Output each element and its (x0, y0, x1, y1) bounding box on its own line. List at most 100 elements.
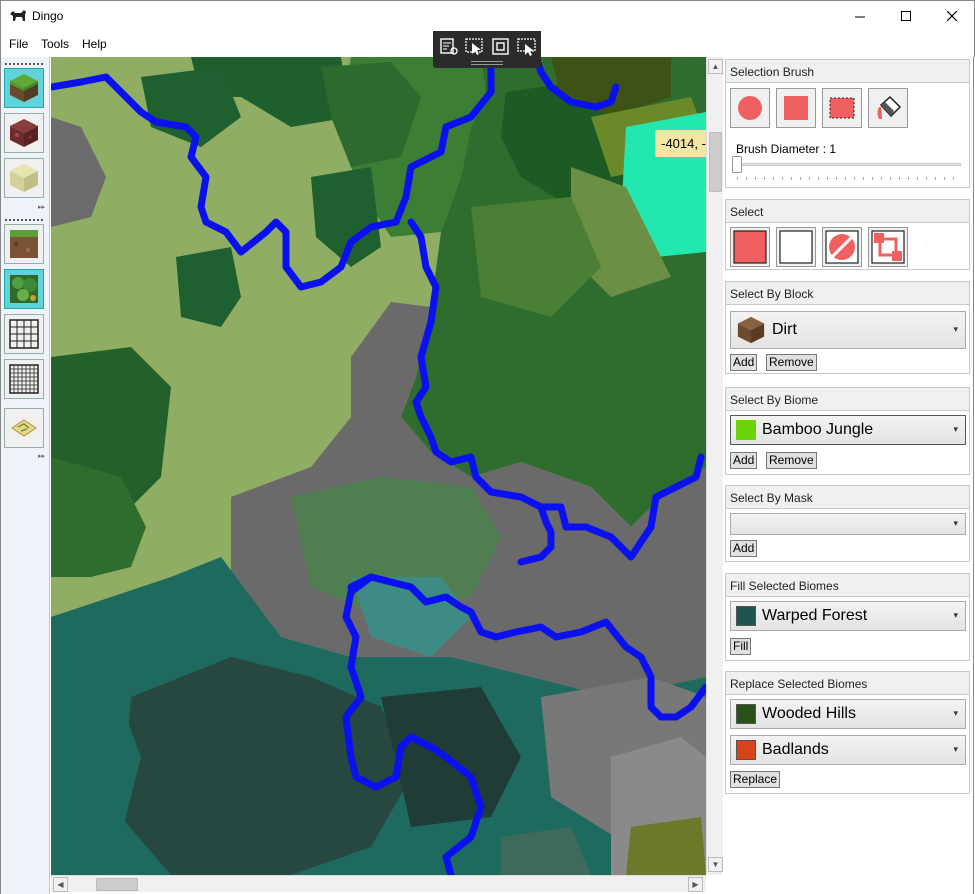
group-header: Select By Block (726, 282, 969, 305)
map-tool[interactable] (4, 408, 44, 448)
close-button[interactable] (929, 1, 975, 32)
grid-tool[interactable] (4, 314, 44, 354)
select-by-block-group: Select By Block Dirt ▾ Add Remove (725, 281, 970, 374)
right-tool-panel: Selection Brush Brush Diameter : 1 Selec… (723, 57, 974, 894)
vertical-scroll-thumb[interactable] (709, 132, 722, 192)
expand-arrow-icon[interactable]: ▸▸ (38, 203, 45, 211)
select-pointer-icon[interactable] (465, 38, 485, 56)
block-remove-button[interactable]: Remove (766, 354, 817, 371)
minimize-icon (854, 16, 865, 18)
netherrack-block-icon (10, 119, 38, 147)
dotted-square-brush-button[interactable] (822, 88, 862, 128)
select-group: Select (725, 199, 970, 270)
title-bar: Dingo (0, 0, 975, 31)
grid-icon (9, 319, 39, 349)
map-horizontal-scrollbar[interactable]: ◀ ▶ (51, 875, 706, 892)
select-by-biome-group: Select By Biome Bamboo Jungle ▾ Add Remo… (725, 387, 970, 475)
block-dropdown-value: Dirt (772, 321, 797, 338)
square-brush-button[interactable] (776, 88, 816, 128)
brush-diameter-track[interactable] (735, 163, 961, 166)
group-header: Select By Biome (726, 388, 969, 411)
end-stone-block-tool[interactable] (4, 158, 44, 198)
circle-brush-icon (738, 96, 762, 120)
block-dropdown[interactable]: Dirt ▾ (730, 311, 966, 349)
biome-color-swatch (736, 420, 756, 440)
biome-map-canvas[interactable]: -4014, -4255 (51, 57, 706, 875)
horizontal-scroll-thumb[interactable] (96, 878, 138, 891)
selection-brush-group: Selection Brush Brush Diameter : 1 (725, 59, 970, 188)
circle-brush-button[interactable] (730, 88, 770, 128)
invert-selection-button[interactable] (822, 227, 862, 267)
fill-selected-biomes-group: Fill Selected Biomes Warped Forest ▾ Fil… (725, 573, 970, 661)
select-none-icon (779, 230, 813, 264)
brush-diameter-slider[interactable] (732, 156, 742, 173)
biome-tool[interactable] (4, 269, 44, 309)
replace-to-dropdown[interactable]: Badlands ▾ (730, 735, 966, 765)
select-all-button[interactable] (730, 227, 770, 267)
select-region-icon[interactable] (491, 38, 511, 56)
selection-settings-icon[interactable] (439, 38, 459, 56)
fine-grid-tool[interactable] (4, 359, 44, 399)
select-screen-icon[interactable] (517, 38, 537, 56)
expand-arrow-icon[interactable]: ▸▸ (38, 452, 45, 460)
biome-map (51, 57, 706, 875)
toolbar-grip[interactable] (471, 61, 503, 65)
grass-block-tool[interactable] (4, 68, 44, 108)
fill-biome-dropdown[interactable]: Warped Forest ▾ (730, 601, 966, 631)
replace-from-value: Wooded Hills (762, 705, 856, 722)
group-header: Selection Brush (726, 60, 969, 83)
select-none-button[interactable] (776, 227, 816, 267)
map-vertical-scrollbar[interactable]: ▲ ▼ (706, 57, 723, 875)
end-stone-block-icon (10, 164, 38, 192)
biome-add-button[interactable]: Add (730, 452, 758, 469)
chevron-down-icon: ▾ (953, 324, 958, 334)
mask-dropdown[interactable]: ▾ (730, 513, 966, 535)
scroll-left-button[interactable]: ◀ (53, 877, 68, 892)
biome-color-swatch (736, 606, 756, 626)
square-brush-icon (784, 96, 808, 120)
arrow-right-icon: ▶ (692, 880, 699, 889)
fill-bucket-icon (877, 95, 902, 119)
biome-dropdown[interactable]: Bamboo Jungle ▾ (730, 415, 966, 445)
replace-to-value: Badlands (762, 741, 829, 758)
biome-remove-button[interactable]: Remove (766, 452, 817, 469)
arrow-down-icon: ▼ (711, 860, 720, 869)
select-by-mask-group: Select By Mask ▾ Add (725, 485, 970, 562)
fill-bucket-button[interactable] (868, 88, 908, 128)
replace-from-dropdown[interactable]: Wooded Hills ▾ (730, 699, 966, 729)
arrow-up-icon: ▲ (711, 62, 720, 71)
group-divider (5, 219, 43, 221)
dirt-block-tool[interactable] (4, 224, 44, 264)
select-all-icon (733, 230, 767, 264)
replace-button[interactable]: Replace (730, 771, 781, 788)
fill-button[interactable]: Fill (730, 638, 752, 655)
mask-add-button[interactable]: Add (730, 540, 758, 557)
window-title: Dingo (32, 9, 64, 23)
selection-outline-button[interactable] (868, 227, 908, 267)
maximize-button[interactable] (883, 1, 929, 32)
biome-color-swatch (736, 704, 756, 724)
dingo-icon (10, 10, 26, 21)
floating-toolbar (433, 31, 541, 68)
scroll-right-button[interactable]: ▶ (688, 877, 703, 892)
dirt-block-icon (10, 230, 38, 258)
dirt-block-icon (737, 316, 765, 344)
close-icon (946, 11, 957, 22)
brush-diameter-label: Brush Diameter : 1 (736, 142, 837, 156)
scroll-up-button[interactable]: ▲ (708, 59, 723, 74)
chevron-down-icon: ▾ (953, 424, 958, 434)
minimize-button[interactable] (837, 1, 883, 32)
slider-ticks (737, 177, 961, 180)
netherrack-block-tool[interactable] (4, 113, 44, 153)
scroll-down-button[interactable]: ▼ (708, 857, 723, 872)
group-header: Replace Selected Biomes (726, 672, 969, 695)
block-add-button[interactable]: Add (730, 354, 758, 371)
menu-file[interactable]: File (9, 37, 28, 51)
menu-help[interactable]: Help (82, 37, 107, 51)
menu-tools[interactable]: Tools (41, 37, 69, 51)
selection-outline-icon (871, 230, 905, 264)
grass-block-icon (10, 74, 38, 102)
chevron-down-icon: ▾ (953, 708, 958, 718)
map-icon (11, 419, 37, 437)
group-header: Select (726, 200, 969, 223)
